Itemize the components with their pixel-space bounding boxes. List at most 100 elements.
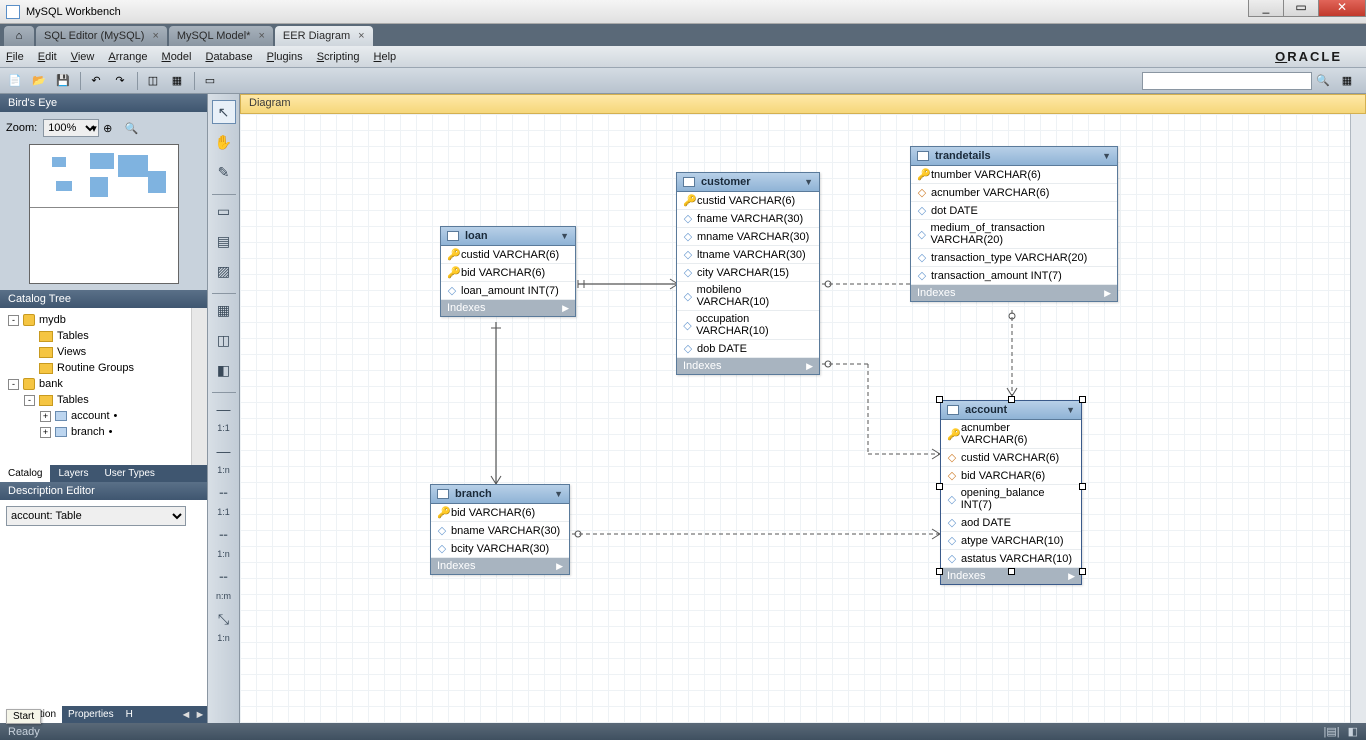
save-button[interactable]: 💾 [52, 71, 74, 91]
table-tool[interactable]: ▦ [212, 298, 236, 322]
entity-column[interactable]: ◇transaction_type VARCHAR(20) [911, 249, 1117, 267]
next-tab-icon[interactable]: ► [193, 709, 207, 721]
entity-column[interactable]: 🔑tnumber VARCHAR(6) [911, 166, 1117, 184]
minimize-button[interactable]: _ [1248, 0, 1284, 17]
selection-handle[interactable] [1079, 483, 1086, 490]
entity-header[interactable]: account▼ [941, 401, 1081, 420]
entity-column[interactable]: ◇dob DATE [677, 340, 819, 358]
entity-column[interactable]: ◇fname VARCHAR(30) [677, 210, 819, 228]
maximize-button[interactable]: ▭ [1283, 0, 1319, 17]
entity-column[interactable]: ◇occupation VARCHAR(10) [677, 311, 819, 340]
image-tool[interactable]: ▨ [212, 259, 236, 283]
entity-column[interactable]: ◇atype VARCHAR(10) [941, 532, 1081, 550]
view-tool[interactable]: ◫ [212, 328, 236, 352]
search-settings-icon[interactable]: ▦ [1336, 71, 1358, 91]
rel-1nc-tool[interactable]: ⤡ [212, 607, 236, 631]
entity-column[interactable]: ◇custid VARCHAR(6) [941, 449, 1081, 467]
new-file-button[interactable]: 📄 [4, 71, 26, 91]
tree-item[interactable]: Routine Groups [4, 360, 203, 376]
tool-a-button[interactable]: ◫ [142, 71, 164, 91]
entity-footer[interactable]: Indexes▶ [677, 358, 819, 374]
entity-column[interactable]: ◇mobileno VARCHAR(10) [677, 282, 819, 311]
zoom-select[interactable]: 100% [43, 119, 99, 137]
selection-handle[interactable] [936, 396, 943, 403]
entity-column[interactable]: 🔑custid VARCHAR(6) [441, 246, 575, 264]
note-tool[interactable]: ▤ [212, 229, 236, 253]
entity-footer[interactable]: Indexes▶ [911, 285, 1117, 301]
catalog-tab[interactable]: Layers [50, 465, 96, 482]
description-select[interactable]: account: Table [6, 506, 186, 526]
eraser-tool[interactable]: ✎ [212, 160, 236, 184]
rel-1n-dashed-tool[interactable]: ╌ [212, 523, 236, 547]
menu-plugins[interactable]: Plugins [267, 51, 303, 63]
birdseye-canvas[interactable] [29, 144, 179, 284]
tree-expander[interactable]: - [24, 395, 35, 406]
tree-expander[interactable]: + [40, 427, 51, 438]
home-tab[interactable]: ⌂ [4, 26, 34, 46]
menu-help[interactable]: Help [374, 51, 397, 63]
entity-footer[interactable]: Indexes▶ [441, 300, 575, 316]
entity-column[interactable]: ◇city VARCHAR(15) [677, 264, 819, 282]
selection-handle[interactable] [936, 483, 943, 490]
rel-1n-solid-tool[interactable]: — [212, 439, 236, 463]
rel-nm-tool[interactable]: ╌ [212, 565, 236, 589]
tab-close-icon[interactable]: × [258, 30, 264, 42]
description-tab[interactable]: H [120, 706, 139, 723]
tab-close-icon[interactable]: × [152, 30, 158, 42]
entity-loan[interactable]: loan▼🔑custid VARCHAR(6)🔑bid VARCHAR(6)◇l… [440, 226, 576, 317]
entity-column[interactable]: 🔑bid VARCHAR(6) [431, 504, 569, 522]
rel-11-dashed-tool[interactable]: ╌ [212, 481, 236, 505]
tree-item[interactable]: Tables [4, 328, 203, 344]
selection-handle[interactable] [1079, 396, 1086, 403]
tree-item[interactable]: Views [4, 344, 203, 360]
zoom-out-icon[interactable]: 🔍 [121, 118, 143, 138]
menu-scripting[interactable]: Scripting [317, 51, 360, 63]
routine-tool[interactable]: ◧ [212, 358, 236, 382]
diagram-canvas[interactable]: loan▼🔑custid VARCHAR(6)🔑bid VARCHAR(6)◇l… [240, 114, 1366, 723]
rel-11-solid-tool[interactable]: — [212, 397, 236, 421]
close-button[interactable]: ✕ [1318, 0, 1366, 17]
entity-account[interactable]: account▼🔑acnumber VARCHAR(6)◇custid VARC… [940, 400, 1082, 585]
selection-handle[interactable] [936, 568, 943, 575]
catalog-tab[interactable]: User Types [96, 465, 162, 482]
catalog-tab[interactable]: Catalog [0, 465, 50, 482]
tree-item[interactable]: -Tables [4, 392, 203, 408]
entity-column[interactable]: ◇dot DATE [911, 202, 1117, 220]
catalog-tree[interactable]: -mydbTablesViewsRoutine Groups-bank-Tabl… [0, 308, 207, 465]
tab-close-icon[interactable]: × [358, 30, 364, 42]
selection-handle[interactable] [1079, 568, 1086, 575]
redo-button[interactable]: ↷ [109, 71, 131, 91]
tree-item[interactable]: +branch• [4, 424, 203, 440]
entity-column[interactable]: 🔑custid VARCHAR(6) [677, 192, 819, 210]
entity-column[interactable]: ◇mname VARCHAR(30) [677, 228, 819, 246]
tree-item[interactable]: +account• [4, 408, 203, 424]
entity-column[interactable]: ◇bname VARCHAR(30) [431, 522, 569, 540]
search-icon[interactable]: 🔍 [1312, 71, 1334, 91]
description-tab[interactable]: Properties [62, 706, 120, 723]
entity-branch[interactable]: branch▼🔑bid VARCHAR(6)◇bname VARCHAR(30)… [430, 484, 570, 575]
menu-view[interactable]: View [71, 51, 95, 63]
entity-column[interactable]: ◇ltname VARCHAR(30) [677, 246, 819, 264]
tool-c-button[interactable]: ▭ [199, 71, 221, 91]
document-tab[interactable]: SQL Editor (MySQL)× [36, 26, 167, 46]
menu-edit[interactable]: Edit [38, 51, 57, 63]
menu-database[interactable]: Database [205, 51, 252, 63]
tree-expander[interactable]: + [40, 411, 51, 422]
tree-expander[interactable]: - [8, 315, 19, 326]
zoom-in-icon[interactable]: ⊕ [97, 118, 119, 138]
tree-item[interactable]: -mydb [4, 312, 203, 328]
menu-arrange[interactable]: Arrange [108, 51, 147, 63]
entity-column[interactable]: ◇bid VARCHAR(6) [941, 467, 1081, 485]
selection-handle[interactable] [1008, 568, 1015, 575]
entity-customer[interactable]: customer▼🔑custid VARCHAR(6)◇fname VARCHA… [676, 172, 820, 375]
search-input[interactable] [1142, 72, 1312, 90]
entity-column[interactable]: ◇medium_of_transaction VARCHAR(20) [911, 220, 1117, 249]
open-file-button[interactable]: 📂 [28, 71, 50, 91]
selection-handle[interactable] [1008, 396, 1015, 403]
tree-scrollbar[interactable] [191, 308, 207, 465]
entity-column[interactable]: ◇acnumber VARCHAR(6) [911, 184, 1117, 202]
entity-trandetails[interactable]: trandetails▼🔑tnumber VARCHAR(6)◇acnumber… [910, 146, 1118, 302]
entity-column[interactable]: ◇transaction_amount INT(7) [911, 267, 1117, 285]
menu-model[interactable]: Model [162, 51, 192, 63]
entity-header[interactable]: branch▼ [431, 485, 569, 504]
